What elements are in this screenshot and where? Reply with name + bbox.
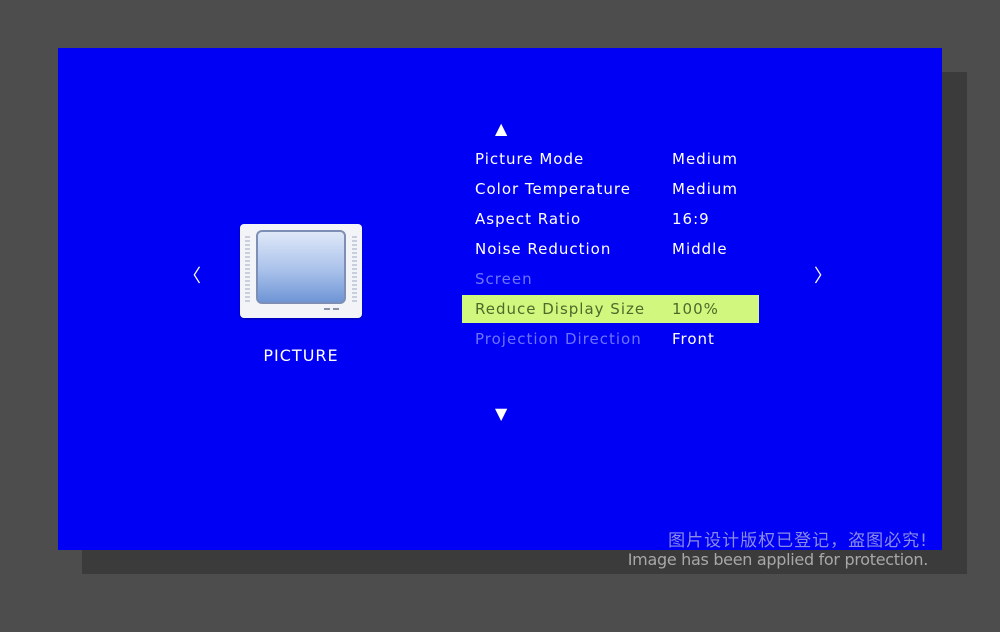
menu-item-label: Picture Mode	[475, 150, 585, 168]
menu-item-color-temperature[interactable]: Color Temperature Medium	[462, 174, 759, 204]
menu-item-noise-reduction[interactable]: Noise Reduction Middle	[462, 234, 759, 264]
next-category-arrow-icon[interactable]: 〉	[814, 268, 832, 286]
menu-item-label: Noise Reduction	[475, 240, 612, 258]
menu-item-screen: Screen	[462, 264, 759, 294]
tv-left-speaker	[245, 236, 250, 304]
previous-category-arrow-icon[interactable]: 〈	[183, 268, 201, 286]
tv-right-speaker	[352, 236, 357, 304]
tv-display	[256, 230, 346, 304]
tv-button	[324, 308, 330, 310]
scroll-up-arrow-icon[interactable]: ▲	[495, 121, 507, 137]
menu-item-label: Aspect Ratio	[475, 210, 582, 228]
scroll-down-arrow-icon[interactable]: ▼	[495, 406, 507, 422]
menu-item-value: Medium	[672, 180, 738, 198]
menu-item-value: Medium	[672, 150, 738, 168]
watermark-chinese: 图片设计版权已登记，盗图必究!	[668, 531, 928, 551]
osd-screen: 〈 〉 PICTURE ▲ Picture Mode Medium Color …	[58, 48, 942, 550]
tv-button	[333, 308, 339, 310]
tv-icon	[240, 224, 362, 318]
category-label: PICTURE	[263, 346, 339, 365]
menu-item-reduce-display-size[interactable]: Reduce Display Size 100%	[462, 295, 759, 323]
menu-item-value: 16:9	[672, 210, 710, 228]
menu-item-label: Color Temperature	[475, 180, 631, 198]
menu-item-value: Middle	[672, 240, 728, 258]
menu-item-picture-mode[interactable]: Picture Mode Medium	[462, 144, 759, 174]
menu-item-value: Front	[672, 330, 715, 348]
menu-item-projection-direction[interactable]: Projection Direction Front	[462, 324, 759, 354]
settings-menu: Picture Mode Medium Color Temperature Me…	[462, 144, 759, 354]
menu-item-value: 100%	[672, 300, 719, 318]
menu-item-label: Screen	[475, 270, 533, 288]
menu-item-label: Reduce Display Size	[475, 300, 646, 318]
watermark-english: Image has been applied for protection.	[627, 550, 929, 569]
menu-item-aspect-ratio[interactable]: Aspect Ratio 16:9	[462, 204, 759, 234]
menu-item-label: Projection Direction	[475, 330, 642, 348]
